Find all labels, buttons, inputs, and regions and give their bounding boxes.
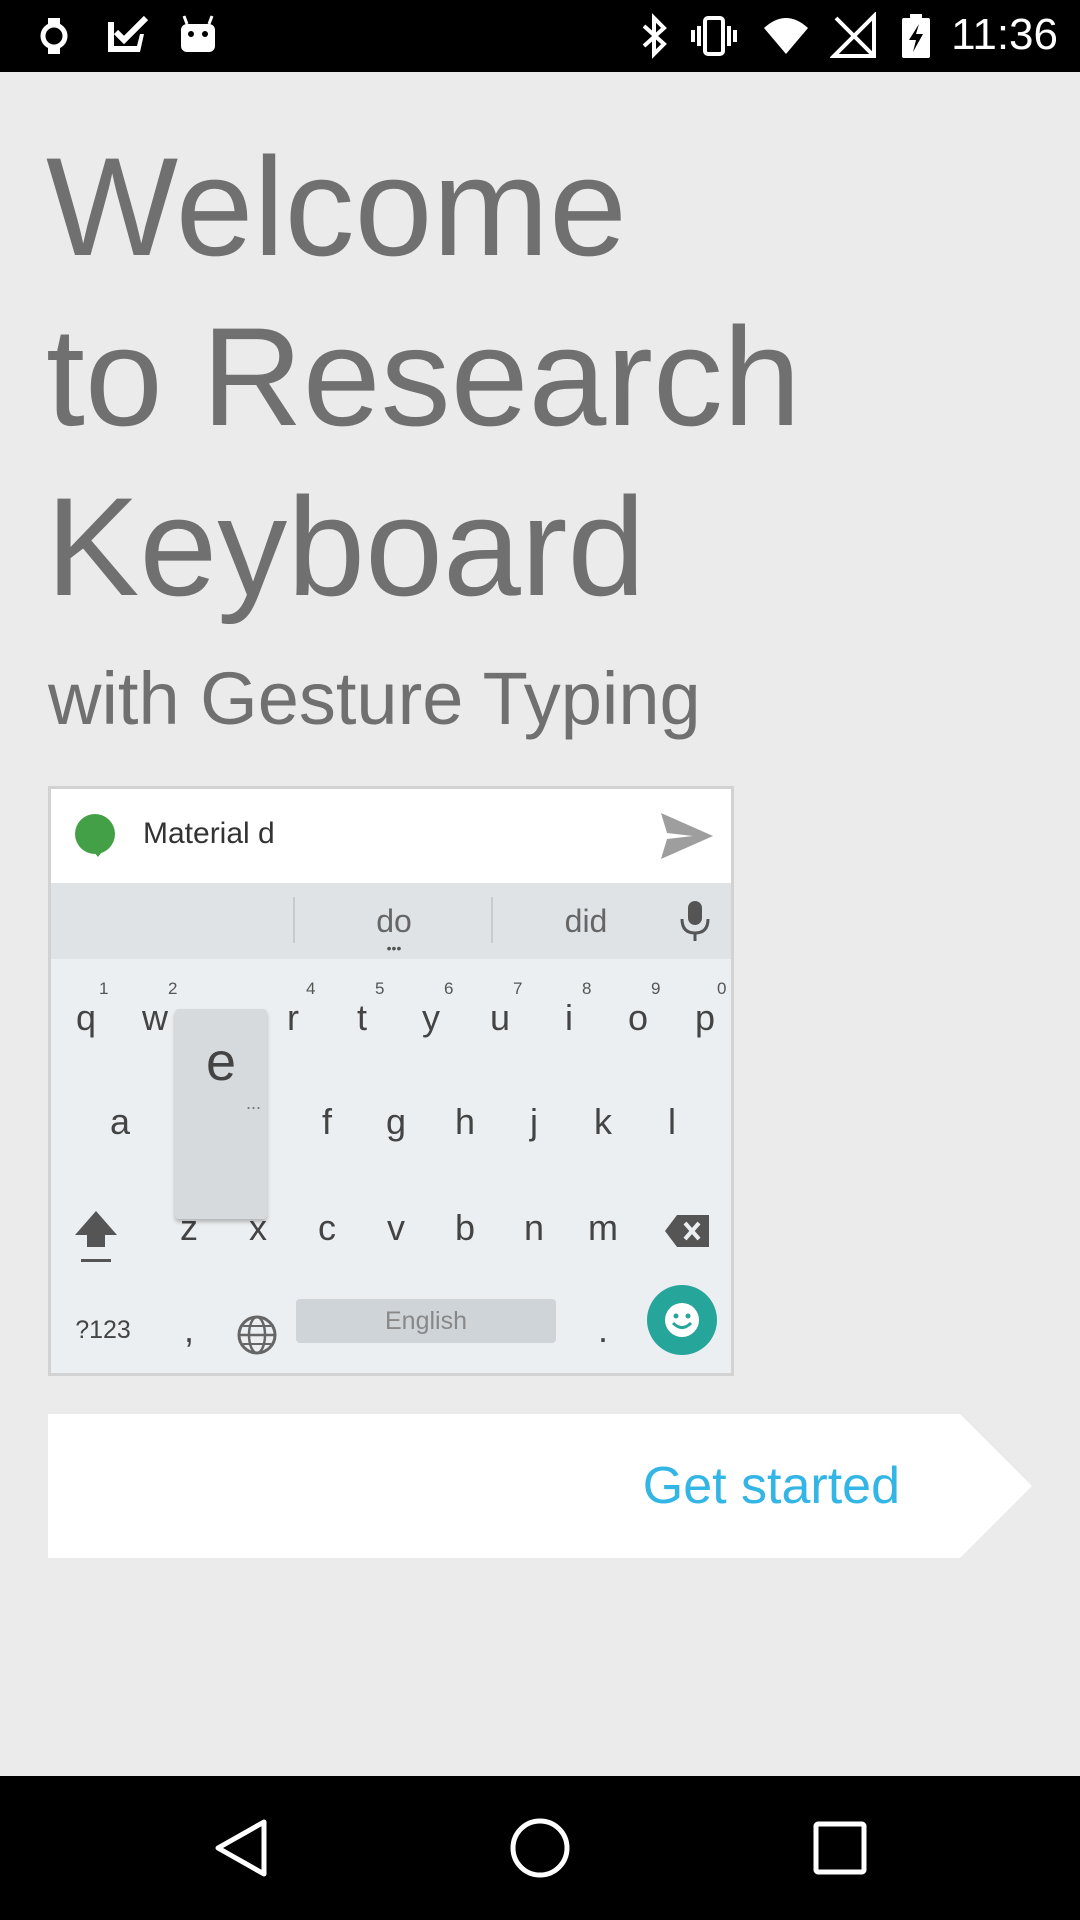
key-preview-popup: e ... xyxy=(175,1009,267,1219)
navigation-bar xyxy=(0,1776,1080,1920)
key: v xyxy=(387,1207,405,1248)
comma-key: , xyxy=(183,1309,194,1350)
key-hint: 2 xyxy=(168,979,178,998)
compose-text: Material d xyxy=(143,817,275,850)
status-bar: 11:36 xyxy=(0,0,1080,72)
suggestion-word: do xyxy=(376,903,412,939)
more-suggestions-icon: ••• xyxy=(386,940,402,956)
android-icon xyxy=(181,15,215,52)
space-bar: English xyxy=(296,1299,556,1343)
key: y xyxy=(422,997,440,1038)
home-icon[interactable] xyxy=(504,1812,576,1884)
smiley-icon xyxy=(665,1303,699,1337)
key-hint: 8 xyxy=(582,979,592,998)
key: w xyxy=(142,997,168,1038)
key: q xyxy=(75,997,97,1038)
welcome-line: Welcome xyxy=(46,128,627,285)
key: f xyxy=(321,1101,332,1142)
checkmark-inbox-icon xyxy=(108,15,149,52)
key-hint: 0 xyxy=(717,979,727,998)
key: a xyxy=(109,1101,131,1142)
symbols-key: ?123 xyxy=(75,1316,131,1344)
vibrate-icon xyxy=(691,16,737,56)
shift-icon xyxy=(75,1211,117,1262)
welcome-title: Welcome to Research Keyboard xyxy=(46,122,801,632)
key: n xyxy=(523,1207,545,1248)
key: o xyxy=(627,997,649,1038)
key: u xyxy=(489,997,511,1038)
key: m xyxy=(588,1207,618,1248)
key: c xyxy=(318,1207,336,1248)
key-hint: 7 xyxy=(513,979,523,998)
battery-charging-icon xyxy=(902,14,930,58)
key: t xyxy=(356,997,367,1038)
microphone-icon xyxy=(680,901,710,941)
status-time: 11:36 xyxy=(951,10,1058,59)
key: l xyxy=(668,1101,676,1142)
keyboard-illustration: Material d do ••• did 1 2 4 5 6 7 8 9 0 … xyxy=(48,786,734,1376)
key-hint: 6 xyxy=(444,979,454,998)
key: p xyxy=(694,997,716,1038)
suggestion-divider xyxy=(293,897,295,943)
back-icon[interactable] xyxy=(204,1812,276,1884)
recents-icon[interactable] xyxy=(804,1812,876,1884)
bluetooth-icon xyxy=(642,13,667,59)
welcome-line: to Research xyxy=(46,298,801,455)
suggestion-divider xyxy=(491,897,493,943)
popup-letter: e xyxy=(205,1032,237,1092)
popup-more: ... xyxy=(245,1093,261,1113)
key-hint: 5 xyxy=(375,979,385,998)
key: h xyxy=(454,1101,476,1142)
key-hint: 9 xyxy=(651,979,661,998)
key: i xyxy=(565,997,573,1038)
key: j xyxy=(530,1101,538,1142)
get-started-button[interactable]: Get started xyxy=(48,1414,1032,1558)
send-icon xyxy=(661,813,713,859)
key: b xyxy=(454,1207,476,1248)
suggestion-strip: do ••• did xyxy=(51,883,731,959)
suggestion-word: did xyxy=(564,903,608,939)
key: g xyxy=(385,1101,407,1142)
welcome-subtitle: with Gesture Typing xyxy=(48,657,701,740)
key-hint: 1 xyxy=(99,979,109,998)
watch-icon xyxy=(40,18,68,54)
backspace-icon xyxy=(665,1215,709,1247)
get-started-label: Get started xyxy=(642,1457,900,1515)
key: k xyxy=(594,1101,612,1142)
wifi-icon xyxy=(764,18,808,54)
compose-bar: Material d xyxy=(51,789,731,883)
welcome-line: Keyboard xyxy=(46,468,646,625)
emoji-button xyxy=(647,1285,717,1355)
period-key: . xyxy=(597,1309,608,1350)
hangouts-icon xyxy=(75,814,115,857)
globe-icon xyxy=(237,1315,277,1355)
key: r xyxy=(287,997,299,1038)
key-hint: 4 xyxy=(306,979,316,998)
no-signal-icon xyxy=(830,12,876,58)
